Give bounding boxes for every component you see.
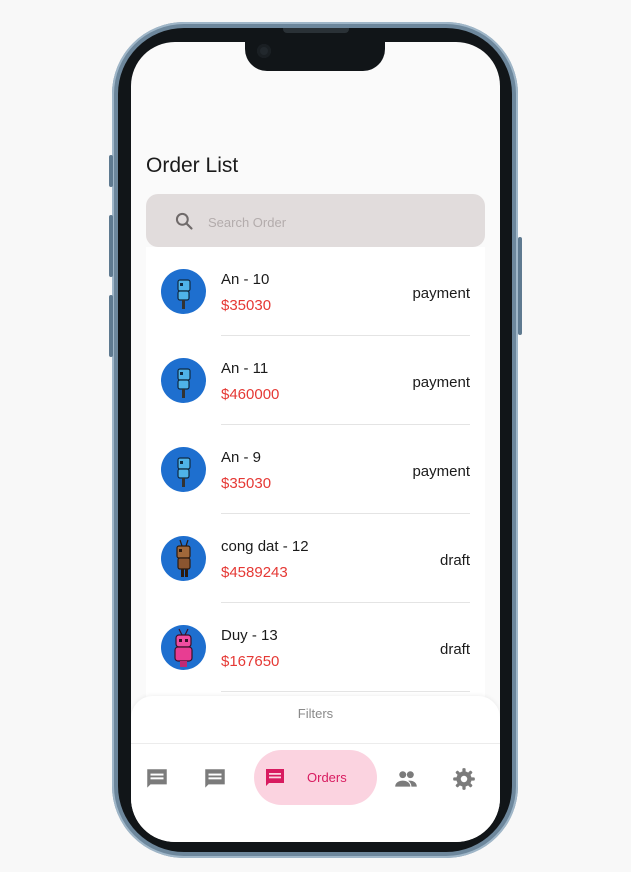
bottom-nav: Orders [131, 743, 500, 842]
blue-robot-avatar [161, 447, 206, 492]
order-list: An - 10 $35030 payment An - 11 $460000 p… [146, 247, 485, 727]
chat-icon [266, 769, 284, 786]
order-customer: cong dat - 12 [221, 538, 309, 555]
brown-robot-avatar [161, 536, 206, 581]
nav-item-orders-label: Orders [307, 770, 347, 785]
nav-item-orders[interactable]: Orders [254, 750, 377, 805]
blue-robot-avatar [161, 358, 206, 403]
people-icon [395, 771, 417, 787]
order-customer: Duy - 13 [221, 627, 278, 644]
order-customer: An - 10 [221, 271, 270, 288]
camera-icon [257, 44, 271, 58]
order-price: $460000 [221, 386, 280, 403]
order-price: $167650 [221, 653, 280, 670]
row-divider [221, 691, 470, 692]
order-status: payment [412, 285, 470, 302]
nav-item-chat-2[interactable] [202, 766, 232, 794]
order-status: payment [412, 374, 470, 391]
order-row[interactable]: An - 11 $460000 payment [146, 336, 485, 425]
side-button [109, 155, 113, 187]
order-row[interactable]: An - 9 $35030 payment [146, 425, 485, 514]
filters-label: Filters [297, 706, 334, 721]
side-button [109, 215, 113, 277]
order-price: $35030 [221, 297, 272, 314]
order-row[interactable]: Duy - 13 $167650 draft [146, 603, 485, 692]
blue-robot-avatar [161, 269, 206, 314]
order-status: draft [439, 552, 470, 569]
order-price: $4589243 [221, 564, 288, 581]
side-button [109, 295, 113, 357]
order-customer: An - 11 [221, 360, 269, 377]
search-bar[interactable] [146, 194, 485, 247]
chat-icon [147, 769, 167, 788]
filters-sheet[interactable]: Filters [131, 696, 500, 744]
side-button [518, 237, 522, 335]
order-price: $35030 [221, 475, 272, 492]
order-status: draft [439, 641, 470, 658]
order-customer: An - 9 [221, 449, 262, 466]
search-icon [175, 212, 193, 230]
page-title: Order List [146, 154, 239, 177]
order-status: payment [412, 463, 470, 480]
order-row[interactable]: An - 10 $35030 payment [146, 247, 485, 336]
nav-item-chat-1[interactable] [144, 766, 174, 794]
order-row[interactable]: cong dat - 12 $4589243 draft [146, 514, 485, 603]
search-input[interactable] [206, 210, 460, 234]
app-screen: Order List An - 10 $35030 payment [131, 42, 500, 842]
nav-item-people[interactable] [393, 766, 423, 794]
chat-icon [205, 769, 225, 788]
nav-item-settings[interactable] [451, 766, 481, 794]
gear-icon [453, 768, 475, 790]
pink-robot-avatar [161, 625, 206, 670]
phone-speaker [283, 28, 349, 33]
